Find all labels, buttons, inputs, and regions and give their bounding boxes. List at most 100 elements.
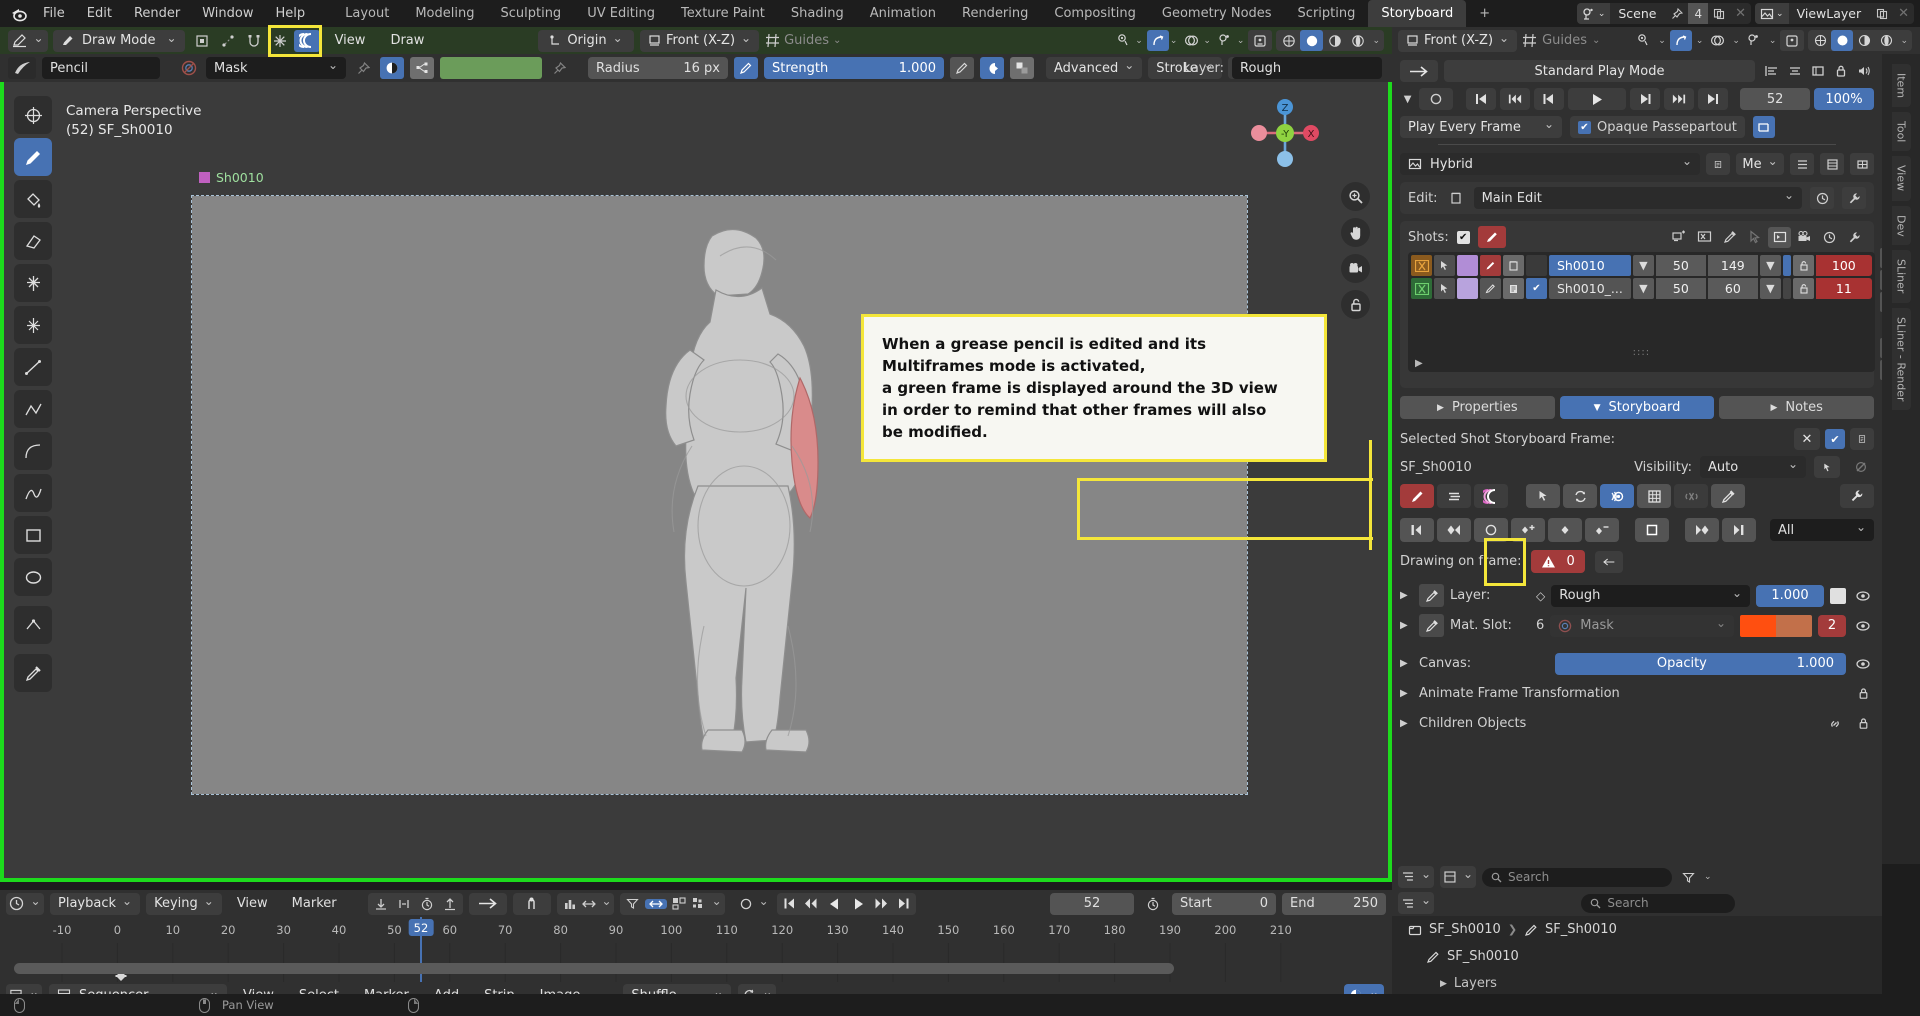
arrow-left-icon[interactable]	[1595, 551, 1623, 573]
bar-icon[interactable]	[559, 897, 581, 911]
close-icon[interactable]: ✕	[1893, 3, 1914, 24]
shading-wireframe-icon[interactable]	[1809, 30, 1831, 51]
vtab-dev[interactable]: Dev	[1892, 206, 1911, 246]
lock-camera-icon[interactable]	[1341, 290, 1370, 319]
mat-slot-select[interactable]: Mask	[1550, 615, 1734, 637]
prev-keyframe-icon[interactable]	[1500, 88, 1530, 110]
shot-bounds-icon[interactable]	[1693, 230, 1716, 244]
advanced-menu[interactable]: Advanced	[1046, 57, 1142, 79]
tab-notes[interactable]: ▶Notes	[1719, 396, 1874, 419]
shot-start[interactable]: 50	[1656, 255, 1706, 276]
visibility-select[interactable]: Auto	[1700, 456, 1806, 478]
viewport-menu-draw[interactable]: Draw	[380, 33, 434, 48]
camera-green-icon[interactable]	[1411, 278, 1432, 299]
expand-icon[interactable]: ▶	[1440, 979, 1447, 989]
vtab-sliner-render[interactable]: SLiner - Render	[1892, 308, 1911, 411]
prev-keyframe-icon[interactable]	[801, 898, 822, 909]
notepad-icon[interactable]	[1503, 255, 1524, 276]
dropdown-icon[interactable]: ▼	[1633, 278, 1654, 299]
table-icon[interactable]	[1850, 153, 1874, 175]
start-frame-field[interactable]: Start 0	[1172, 893, 1276, 915]
layers-icon[interactable]	[1437, 484, 1471, 508]
mode-icon[interactable]	[645, 899, 667, 909]
overlays-icon[interactable]	[1707, 33, 1728, 48]
close-icon[interactable]: ✕	[1730, 3, 1751, 24]
visibility-icon[interactable]	[1852, 589, 1874, 603]
shot-start[interactable]: 50	[1656, 278, 1706, 299]
drawing-on-frame-value[interactable]: 0	[1531, 550, 1584, 573]
viewlayer-icon[interactable]: ⌄	[1755, 3, 1789, 24]
jump-last-key-icon[interactable]	[1722, 518, 1756, 542]
viewlayer-name[interactable]: ViewLayer	[1789, 6, 1872, 21]
navigation-gizmo[interactable]: Z X -Y	[1248, 96, 1322, 170]
current-key-icon[interactable]	[1474, 518, 1508, 542]
jump-start-icon[interactable]	[779, 898, 800, 909]
timeline-editor-icon[interactable]	[6, 893, 44, 915]
eyedropper-icon[interactable]	[1419, 584, 1444, 607]
mat-slot-count[interactable]: 2	[1818, 615, 1846, 637]
pivot-selector[interactable]: Origin	[538, 30, 634, 52]
row-checkbox[interactable]	[1526, 255, 1547, 276]
menu-help[interactable]: Help	[265, 0, 317, 27]
link-icon[interactable]	[1674, 484, 1708, 508]
blender-logo-icon[interactable]	[6, 0, 32, 27]
playhead-label[interactable]: 52	[409, 919, 434, 936]
timer-icon[interactable]	[1140, 897, 1166, 911]
scene-selector[interactable]: ⌄ Scene 4 ✕	[1577, 3, 1751, 24]
workspace-tab-uv-editing[interactable]: UV Editing	[574, 0, 668, 27]
jump-end-icon[interactable]	[893, 898, 914, 909]
pencil-icon[interactable]	[1478, 226, 1506, 248]
next-keyframe-icon[interactable]	[871, 898, 892, 909]
pencil-icon[interactable]	[1480, 255, 1501, 276]
duplicate-icon[interactable]	[1708, 3, 1730, 24]
wrench-icon[interactable]	[1842, 187, 1866, 209]
xray-icon[interactable]	[1744, 33, 1765, 48]
lock-icon[interactable]	[1830, 64, 1851, 78]
arc-tool[interactable]	[14, 432, 52, 470]
refresh-icon[interactable]	[1563, 484, 1597, 508]
layer-field[interactable]: Rough	[1232, 57, 1382, 79]
fill-tool[interactable]	[14, 180, 52, 218]
frame-enabled-checkbox[interactable]: ✔	[1825, 429, 1845, 449]
snap-icon[interactable]	[439, 897, 461, 911]
vtab-item[interactable]: Item	[1892, 64, 1911, 107]
playback-menu[interactable]: Playback	[50, 893, 140, 915]
shot-duration[interactable]: 11	[1816, 278, 1872, 299]
viewlayer-selector[interactable]: ⌄ ViewLayer ✕	[1755, 3, 1914, 24]
outliner-icon[interactable]	[1398, 866, 1434, 888]
play-every-frame-select[interactable]: Play Every Frame	[1400, 116, 1562, 138]
shots-enabled-checkbox[interactable]: ✔	[1457, 231, 1470, 244]
children-objects-row[interactable]: ▶ Children Objects	[1400, 711, 1874, 736]
list-icon[interactable]	[1820, 153, 1844, 175]
align-left-icon[interactable]	[1761, 64, 1782, 78]
tab-storyboard[interactable]: ▼Storyboard	[1560, 396, 1715, 419]
onion-skin-icon[interactable]	[1147, 30, 1169, 51]
dropdown-icon[interactable]: ▼	[1760, 255, 1781, 276]
close-icon[interactable]: ✕	[1794, 428, 1820, 450]
xray-icon[interactable]	[1215, 33, 1236, 48]
eyedropper-tool[interactable]	[14, 654, 52, 692]
me-selector[interactable]: Me	[1736, 153, 1784, 175]
layer-select[interactable]: Rough	[1551, 585, 1750, 607]
scene-icon[interactable]: ⌄	[1577, 3, 1611, 24]
multiframe-icon[interactable]	[1474, 484, 1508, 508]
notepad-icon[interactable]	[1503, 278, 1524, 299]
object-gizmo-icon[interactable]	[190, 30, 214, 52]
shot-color-swatch[interactable]	[1457, 278, 1478, 299]
shading-rendered-icon[interactable]	[1875, 30, 1897, 51]
shading-material-icon[interactable]	[1853, 30, 1875, 51]
workspace-tab-animation[interactable]: Animation	[857, 0, 949, 27]
audio-icon[interactable]	[1853, 64, 1874, 78]
eyedropper-icon[interactable]	[1718, 230, 1741, 244]
auto-merge-icon[interactable]	[268, 30, 292, 52]
mode-selector[interactable]: Draw Mode	[53, 30, 185, 52]
record-icon[interactable]	[737, 897, 771, 911]
line-tool[interactable]	[14, 348, 52, 386]
vertex-color-icon[interactable]	[410, 57, 434, 79]
timeline-track-area[interactable]: -100102030405060708090100110120130140150…	[0, 917, 1392, 982]
radius-pressure-icon[interactable]	[734, 57, 758, 79]
wrench-icon[interactable]	[1840, 484, 1874, 508]
jump-first-key-icon[interactable]	[1400, 518, 1434, 542]
curve-tool[interactable]	[14, 474, 52, 512]
frame-icon[interactable]	[1768, 227, 1791, 248]
